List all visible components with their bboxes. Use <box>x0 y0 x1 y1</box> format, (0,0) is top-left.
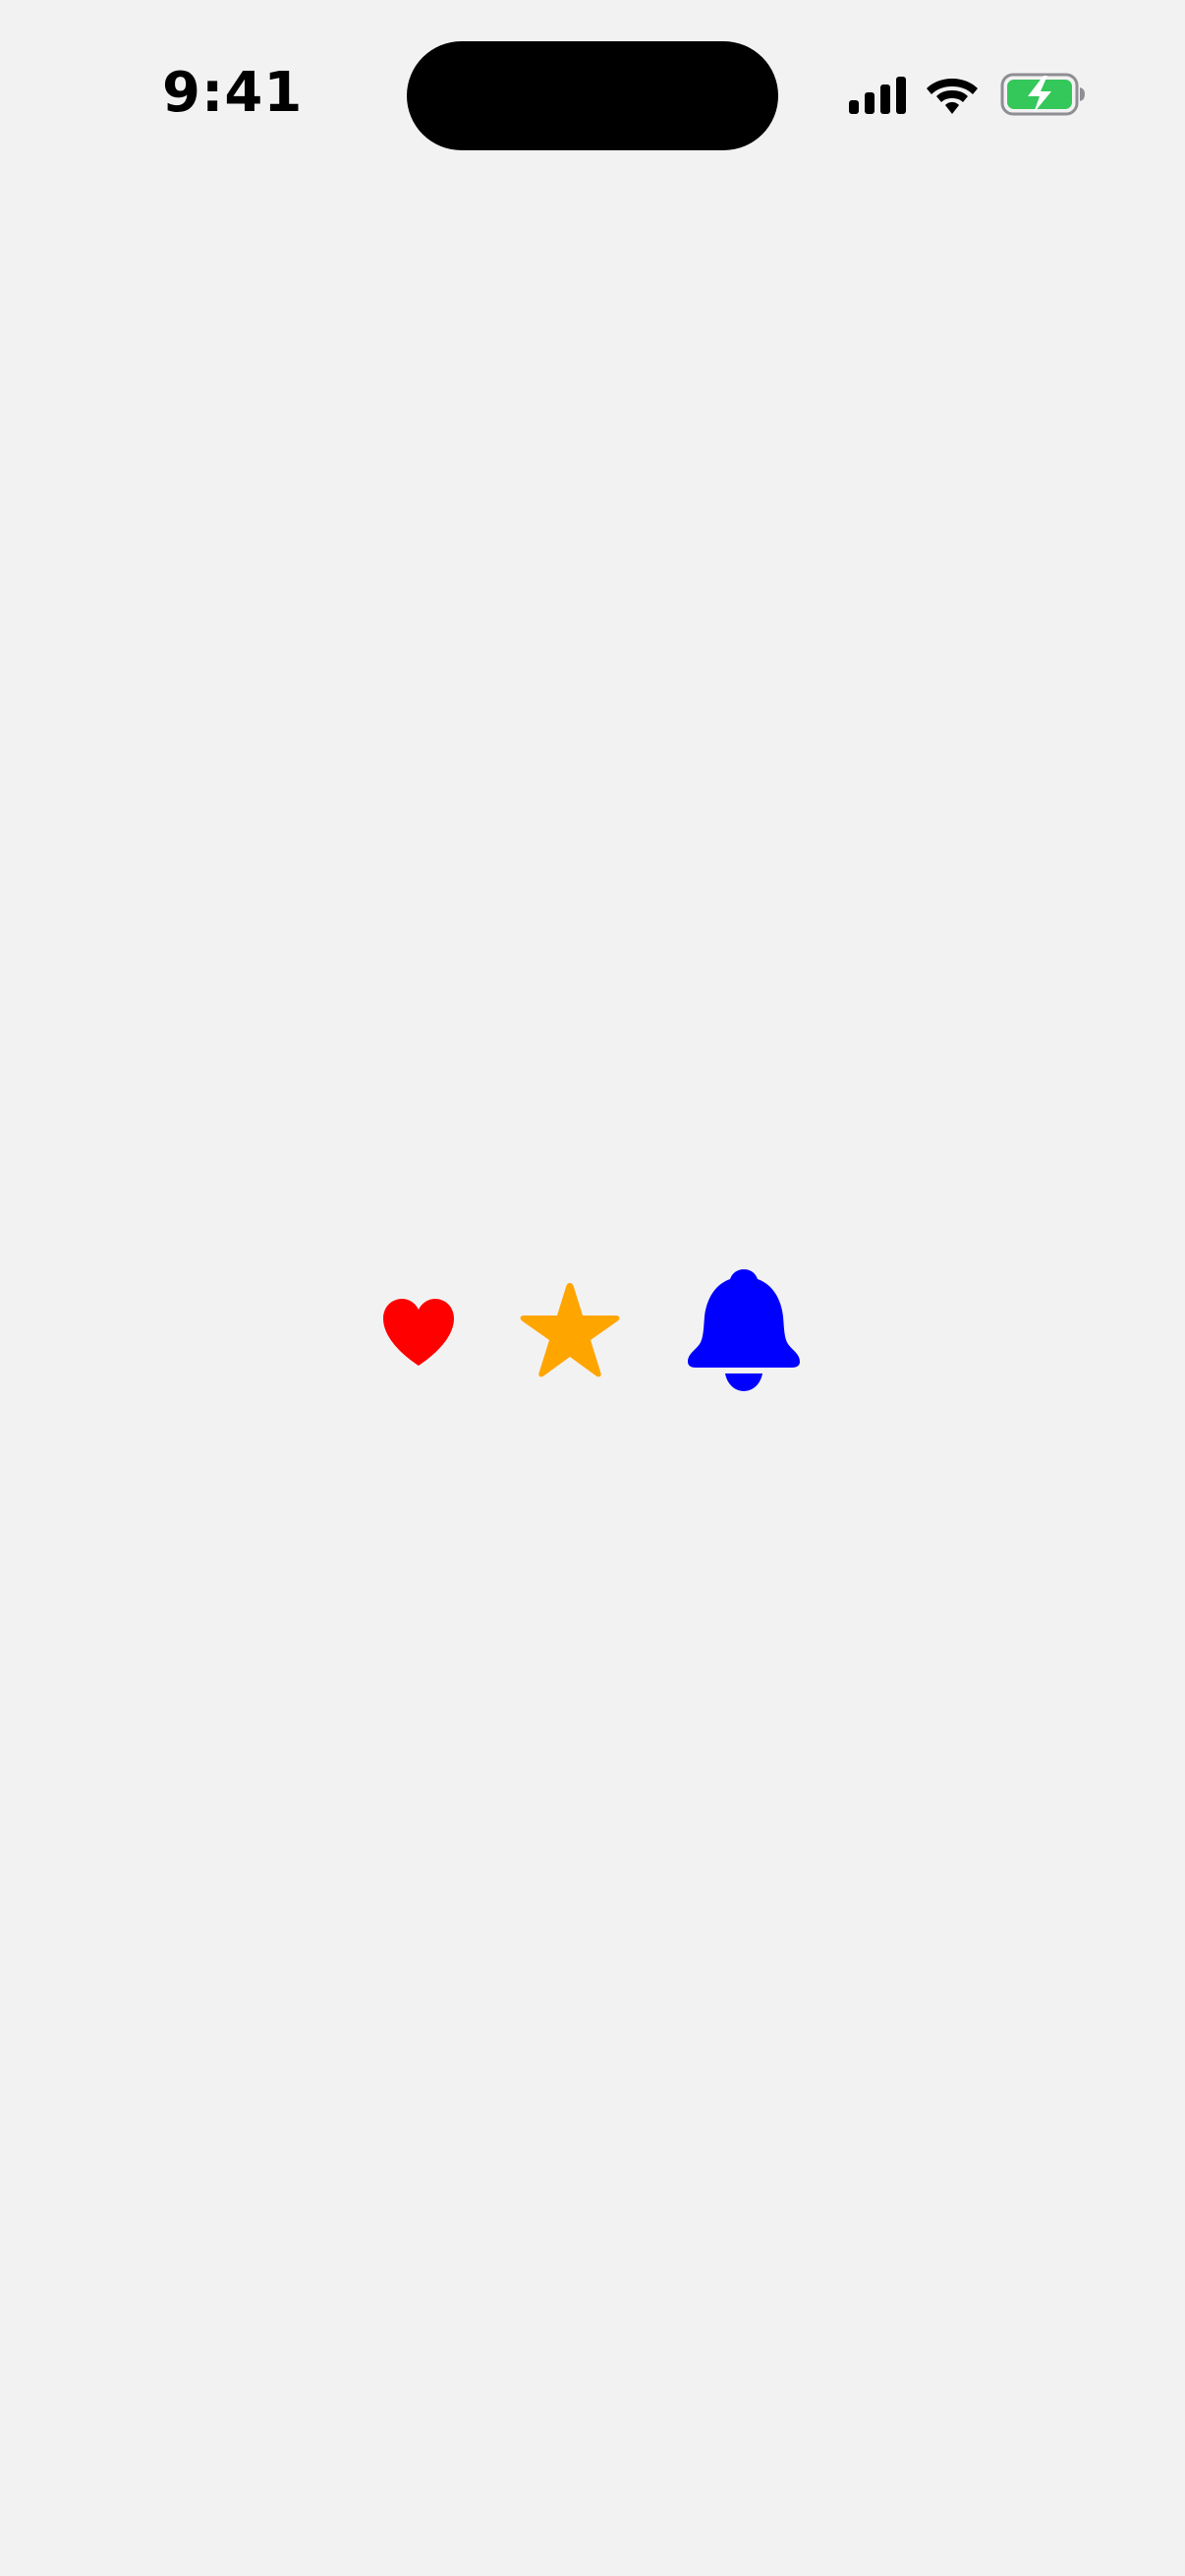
wifi-icon <box>927 79 978 114</box>
icon-row <box>0 1258 1185 1415</box>
battery-charging-icon <box>1000 73 1085 116</box>
cellular-signal-icon <box>849 77 906 114</box>
status-icons <box>845 69 1087 118</box>
status-bar: 9:41 <box>0 0 1185 196</box>
dynamic-island <box>407 41 778 150</box>
status-time: 9:41 <box>162 61 304 125</box>
star-icon[interactable] <box>515 1279 625 1385</box>
bell-icon[interactable] <box>686 1267 802 1393</box>
heart-icon[interactable] <box>381 1297 456 1368</box>
